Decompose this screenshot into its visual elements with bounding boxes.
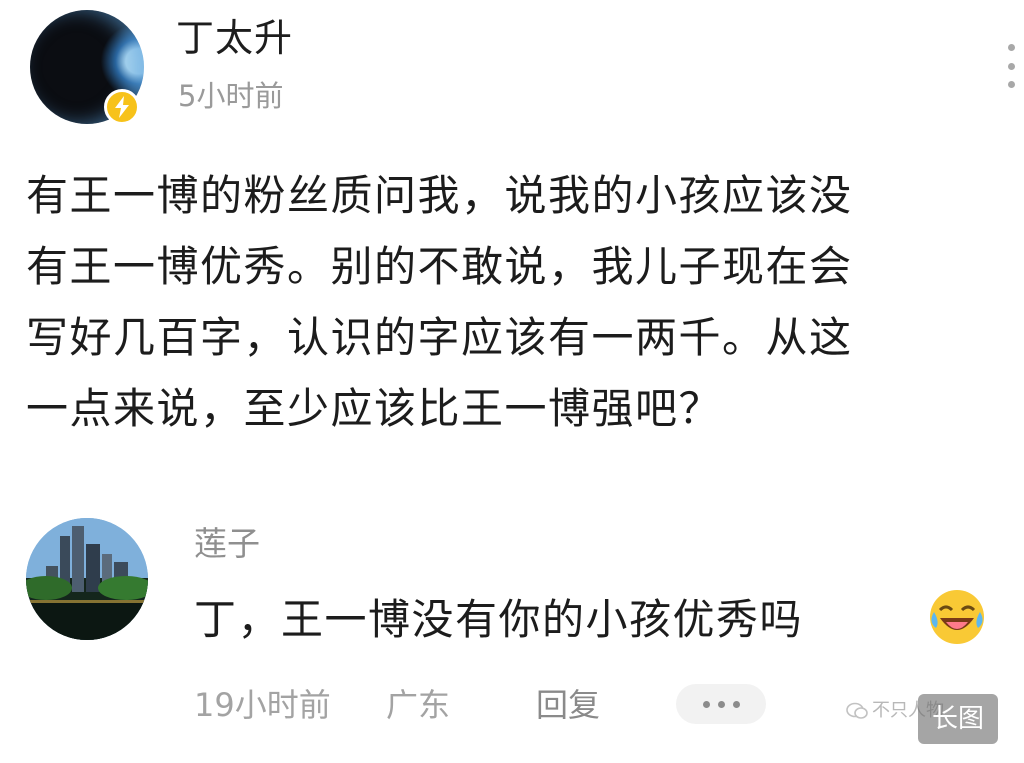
author-name[interactable]: 丁太升 <box>176 14 293 62</box>
post-time: 5小时前 <box>178 79 284 113</box>
post-body-line: 有王一博的粉丝质问我，说我的小孩应该没 <box>26 171 853 220</box>
commenter-avatar[interactable] <box>26 518 148 640</box>
comment-text: 丁，王一博没有你的小孩优秀吗 <box>194 595 804 644</box>
commenter-name[interactable]: 莲子 <box>194 522 260 566</box>
reply-button[interactable]: 回复 <box>536 684 600 726</box>
post-body: 有王一博的粉丝质问我，说我的小孩应该没 有王一博优秀。别的不敢说，我儿子现在会 … <box>26 160 1006 444</box>
city-skyline-image <box>26 518 148 640</box>
laughing-crying-emoji-icon <box>930 590 984 644</box>
more-vertical-icon[interactable] <box>1004 44 1018 88</box>
post-body-line: 一点来说，至少应该比王一博强吧？ <box>26 384 723 433</box>
post-body-line: 有王一博优秀。别的不敢说，我儿子现在会 <box>26 242 853 291</box>
verified-badge <box>104 89 140 125</box>
post-body-line: 写好几百字，认识的字应该有一两千。从这 <box>26 313 853 362</box>
comment-location: 广东 <box>386 686 451 724</box>
more-horizontal-icon[interactable] <box>676 684 766 724</box>
lightning-icon <box>115 96 129 118</box>
comment-time: 19小时前 <box>194 686 331 724</box>
wechat-icon <box>846 702 868 719</box>
long-image-badge: 长图 <box>918 694 998 744</box>
